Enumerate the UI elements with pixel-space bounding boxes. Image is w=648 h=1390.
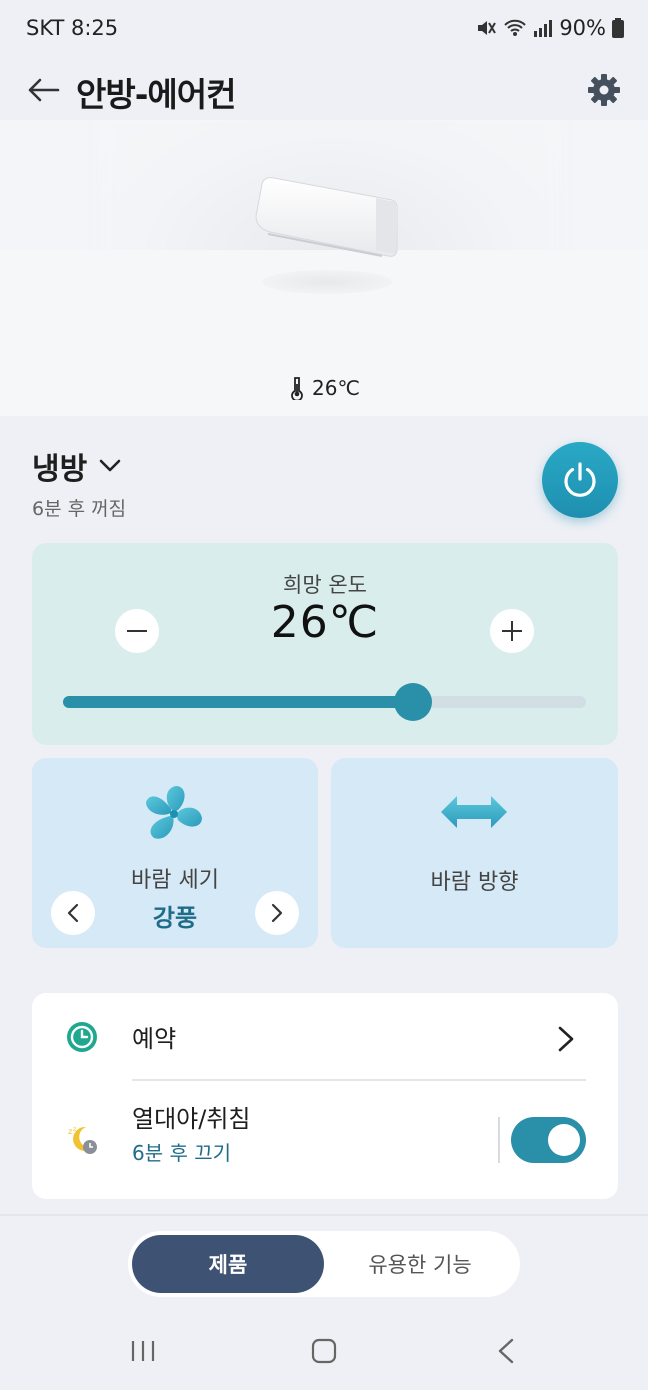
wind-direction-card[interactable]: 바람 방향 [331, 758, 618, 948]
tab-useful-features[interactable]: 유용한 기능 [324, 1235, 516, 1293]
svg-text:z: z [68, 1127, 72, 1136]
battery-icon [612, 18, 624, 38]
recent-apps-icon[interactable] [130, 1338, 156, 1364]
svg-text:z: z [73, 1126, 76, 1133]
temperature-slider-thumb[interactable] [394, 683, 432, 721]
thermometer-icon [291, 377, 303, 400]
mute-icon [475, 17, 497, 39]
target-temperature-label: 희망 온도 [283, 573, 367, 597]
fan-icon [146, 786, 202, 839]
wifi-icon [503, 17, 527, 39]
increase-temperature-button[interactable] [490, 609, 534, 653]
system-navigation-bar [0, 1316, 648, 1390]
reservation-row[interactable]: 예약 [32, 993, 618, 1081]
chevron-left-icon [67, 903, 79, 923]
ac-shadow [262, 270, 392, 294]
gear-icon [588, 74, 620, 106]
wind-strength-card: 바람 세기 강풍 [32, 758, 318, 948]
clock-icon [67, 1022, 97, 1052]
chevron-right-icon [271, 903, 283, 923]
battery-text: 90% [559, 16, 606, 40]
minus-icon [127, 630, 147, 632]
back-nav-icon[interactable] [496, 1338, 516, 1364]
mode-section: 냉방 6분 후 꺼짐 [32, 444, 126, 521]
status-bar: SKT 8:25 90% [0, 0, 648, 56]
settings-button[interactable] [586, 72, 622, 108]
vertical-separator [498, 1117, 500, 1163]
chevron-right-icon [558, 1026, 574, 1052]
room-illustration: 26℃ [0, 120, 648, 416]
target-temperature-card: 희망 온도 26℃ [32, 543, 618, 745]
arrow-left-icon [28, 78, 60, 102]
tab-products[interactable]: 제품 [132, 1235, 324, 1293]
toggle-knob [548, 1124, 580, 1156]
signal-icon [533, 18, 553, 38]
wind-strength-next-button[interactable] [255, 891, 299, 935]
off-timer-text: 6분 후 꺼짐 [32, 498, 127, 520]
double-arrow-icon [441, 796, 507, 828]
status-icons: 90% [475, 16, 624, 40]
power-button[interactable] [542, 442, 618, 518]
wind-direction-label: 바람 방향 [430, 870, 519, 895]
chevron-down-icon [99, 459, 121, 472]
app-header: 안방-에어컨 [0, 60, 648, 120]
temperature-slider-fill [63, 696, 413, 708]
power-icon [564, 462, 596, 497]
reservation-label: 예약 [132, 1025, 177, 1053]
wind-strength-prev-button[interactable] [51, 891, 95, 935]
sleep-mode-subtext: 6분 후 끄기 [132, 1141, 232, 1165]
options-card: 예약 z z 열대야/취침 6분 후 끄기 [32, 993, 618, 1199]
bottom-divider [0, 1214, 648, 1216]
decrease-temperature-button[interactable] [115, 609, 159, 653]
current-temperature-value: 26℃ [312, 376, 360, 400]
sleep-mode-toggle[interactable] [511, 1117, 586, 1163]
wind-strength-label: 바람 세기 [131, 868, 219, 893]
home-icon[interactable] [311, 1338, 337, 1364]
current-temperature: 26℃ [290, 376, 360, 400]
temperature-slider[interactable] [63, 683, 586, 721]
mode-dropdown[interactable]: 냉방 [32, 444, 126, 488]
plus-icon [502, 621, 522, 641]
mode-label: 냉방 [32, 452, 88, 487]
back-button[interactable] [26, 74, 62, 106]
moon-sleep-icon: z z [68, 1126, 97, 1154]
sleep-mode-label: 열대야/취침 [132, 1105, 251, 1133]
air-conditioner-image [255, 177, 398, 257]
carrier-time: SKT 8:25 [26, 16, 119, 40]
page-title: 안방-에어컨 [76, 75, 236, 114]
bottom-tab-bar: 제품 유용한 기능 [128, 1231, 520, 1297]
